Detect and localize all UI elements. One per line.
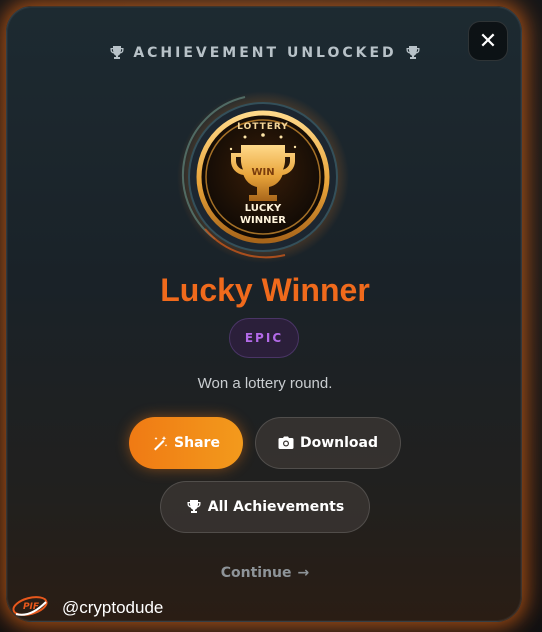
watermark: PIF @cryptodude bbox=[10, 592, 163, 624]
share-label: Share bbox=[174, 435, 220, 451]
download-button[interactable]: Download bbox=[255, 417, 401, 469]
all-achievements-button[interactable]: All Achievements bbox=[160, 481, 370, 533]
achievement-title: Lucky Winner bbox=[160, 272, 370, 308]
camera-icon bbox=[278, 435, 294, 451]
trophy-icon bbox=[109, 45, 125, 61]
badge-center-text: WIN bbox=[251, 167, 274, 178]
svg-text:PIF: PIF bbox=[23, 602, 40, 612]
all-achievements-label: All Achievements bbox=[207, 499, 345, 515]
download-label: Download bbox=[299, 435, 379, 451]
arrow-right-icon: → bbox=[297, 565, 310, 581]
watermark-username: @cryptodude bbox=[62, 598, 164, 617]
continue-label: Continue bbox=[220, 565, 292, 581]
achievement-header: ACHIEVEMENT UNLOCKED bbox=[7, 45, 521, 61]
magic-wand-icon bbox=[152, 435, 168, 451]
achievement-badge: LOTTERY WIN LUCKY WINNER bbox=[175, 89, 351, 265]
trophy-icon bbox=[405, 45, 421, 61]
badge-top-text: LOTTERY bbox=[237, 122, 289, 132]
continue-button[interactable]: Continue → bbox=[7, 565, 521, 581]
header-label: ACHIEVEMENT UNLOCKED bbox=[133, 45, 397, 61]
screen: ✕ ACHIEVEMENT UNLOCKED LOTTERY WIN LUCKY… bbox=[0, 0, 542, 632]
rarity-badge: EPIC bbox=[229, 318, 299, 358]
achievement-modal: ✕ ACHIEVEMENT UNLOCKED LOTTERY WIN LUCKY… bbox=[6, 6, 522, 622]
trophy-icon bbox=[186, 499, 202, 515]
share-button[interactable]: Share bbox=[129, 417, 243, 469]
badge-bottom-line1: LUCKY bbox=[245, 203, 282, 214]
pif-logo: PIF bbox=[10, 592, 52, 624]
badge-bottom-line2: WINNER bbox=[240, 215, 286, 226]
achievement-description: Won a lottery round. bbox=[197, 375, 333, 392]
